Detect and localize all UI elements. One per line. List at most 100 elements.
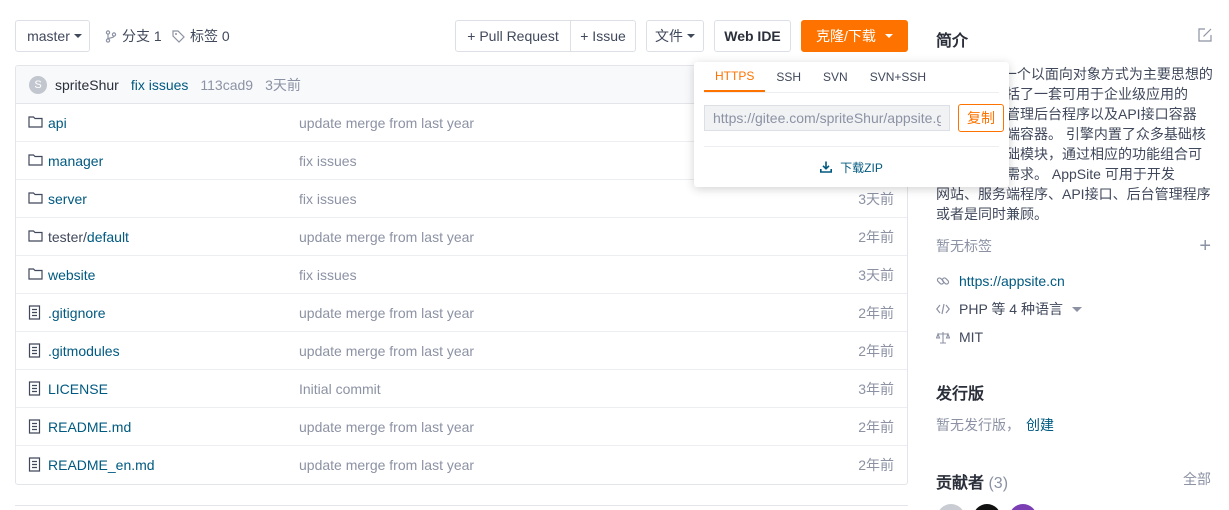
contributors-title: 贡献者 (3) [936, 469, 1008, 493]
divider [15, 505, 908, 510]
clone-dropdown: HTTPSSSHSVNSVN+SSH 复制 下载ZIP [694, 62, 1009, 187]
table-row[interactable]: .gitmodules update merge from last year 2年… [16, 332, 907, 370]
file-menu-label: 文件 [655, 28, 683, 44]
branch-icon [105, 29, 117, 43]
file-commit-message[interactable]: fix issues [299, 191, 357, 207]
folder-icon [28, 267, 43, 283]
clone-url-input[interactable] [704, 105, 950, 131]
file-commit-message[interactable]: fix issues [299, 153, 357, 169]
tab-svn-ssh[interactable]: SVN+SSH [859, 62, 937, 92]
releases-title: 发行版 [936, 386, 985, 403]
file-icon [28, 457, 41, 475]
file-name-link[interactable]: api [48, 115, 67, 131]
chevron-down-icon [73, 34, 82, 38]
file-name: LICENSE [48, 380, 108, 397]
file-commit-message[interactable]: Initial commit [299, 381, 381, 397]
edit-icon[interactable] [1198, 28, 1212, 42]
all-contributors-link[interactable]: 全部 [1183, 469, 1211, 489]
file-commit-time: 2年前 [858, 342, 894, 359]
avatar[interactable] [937, 504, 965, 510]
download-zip-label: 下载ZIP [840, 160, 883, 175]
commit-message[interactable]: fix issues [131, 77, 189, 93]
file-icon [28, 381, 41, 399]
table-row[interactable]: LICENSE Initial commit 3年前 [16, 370, 907, 408]
file-commit-time: 2年前 [858, 228, 894, 245]
contributors-count: (3) [988, 475, 1009, 492]
file-name: README_en.md [48, 457, 155, 473]
file-name-link[interactable]: .gitignore [48, 305, 106, 321]
avatar[interactable]: S [29, 75, 47, 94]
table-row[interactable]: README.md update merge from last year 2年前 [16, 408, 907, 446]
issue-button[interactable]: + Issue [570, 21, 635, 51]
website-row: https://appsite.cn [936, 271, 1065, 291]
copy-button[interactable]: 复制 [958, 104, 1004, 132]
file-name: api [48, 114, 67, 131]
file-commit-message[interactable]: update merge from last year [299, 343, 474, 359]
website-link[interactable]: https://appsite.cn [959, 273, 1065, 289]
license-label: MIT [959, 329, 984, 345]
description-line: 网站、服务端程序、API接口、后台管理程序 [936, 186, 1211, 202]
add-tag-plus-icon[interactable]: + [1199, 236, 1211, 256]
file-commit-message[interactable]: update merge from last year [299, 305, 474, 321]
avatar[interactable] [1009, 504, 1037, 510]
file-name: website [48, 266, 96, 283]
table-row[interactable]: tester/default update merge from last yea… [16, 218, 907, 256]
intro-title: 简介 [936, 33, 969, 50]
branch-selector[interactable]: master [15, 20, 90, 52]
file-icon [28, 343, 41, 361]
table-row[interactable]: README_en.md update merge from last year 2… [16, 446, 907, 484]
tags-link[interactable]: 标签 0 [172, 20, 230, 52]
file-name: default [86, 228, 129, 245]
file-name-link[interactable]: README_en.md [48, 457, 155, 473]
branch-name: master [27, 28, 70, 44]
create-release-link[interactable]: 创建 [1026, 415, 1054, 435]
code-icon [936, 303, 950, 315]
folder-icon [28, 115, 43, 131]
language-row[interactable]: PHP 等 4 种语言 [936, 299, 1082, 319]
scale-icon [936, 331, 950, 344]
pull-request-button[interactable]: + Pull Request [456, 21, 570, 51]
commit-author[interactable]: spriteShur [55, 77, 119, 93]
table-row[interactable]: .gitignore update merge from last year 2年前 [16, 294, 907, 332]
divider [704, 92, 999, 93]
file-menu-button[interactable]: 文件 [646, 20, 704, 52]
clone-download-button[interactable]: 克隆/下载 [801, 20, 908, 52]
language-label: PHP 等 4 种语言 [959, 301, 1063, 317]
commit-sha[interactable]: 113cad9 [200, 77, 253, 93]
no-tags: 暂无标签 [936, 236, 992, 256]
releases-row: 暂无发行版， 创建 [936, 415, 1054, 435]
table-row[interactable]: website fix issues 3天前 [16, 256, 907, 294]
file-commit-message[interactable]: update merge from last year [299, 229, 474, 245]
tab-https[interactable]: HTTPS [704, 62, 766, 92]
download-zip-link[interactable]: 下载ZIP [694, 158, 1009, 176]
file-commit-message[interactable]: update merge from last year [299, 115, 474, 131]
file-name-link[interactable]: manager [48, 153, 103, 169]
no-release-label: 暂无发行版， [936, 417, 1020, 433]
pr-issue-group: + Pull Request + Issue [455, 20, 636, 52]
folder-icon [28, 229, 43, 245]
file-name-link[interactable]: website [48, 267, 95, 283]
file-name-link[interactable]: .gitmodules [48, 343, 120, 359]
file-name-link[interactable]: README.md [48, 419, 131, 435]
file-commit-message[interactable]: fix issues [299, 267, 357, 283]
web-ide-button[interactable]: Web IDE [714, 20, 791, 52]
chevron-down-icon [1072, 306, 1082, 312]
file-commit-message[interactable]: update merge from last year [299, 419, 474, 435]
tag-icon [172, 29, 185, 43]
file-commit-message[interactable]: update merge from last year [299, 457, 474, 473]
contributors-title-label: 贡献者 [936, 475, 985, 492]
file-name-link[interactable]: server [48, 191, 87, 207]
file-name: server [48, 190, 87, 207]
file-icon [28, 419, 41, 437]
tab-ssh[interactable]: SSH [765, 62, 812, 92]
branches-link[interactable]: 分支 1 [105, 20, 162, 52]
file-commit-time: 3天前 [858, 266, 894, 283]
avatar[interactable] [973, 504, 1001, 510]
commit-time: 3天前 [265, 76, 301, 93]
tab-svn[interactable]: SVN [812, 62, 859, 92]
file-name-link[interactable]: tester/default [48, 229, 129, 245]
file-icon [28, 305, 41, 323]
license-row[interactable]: MIT [936, 327, 983, 347]
file-name-link[interactable]: LICENSE [48, 381, 108, 397]
download-icon [820, 161, 833, 173]
